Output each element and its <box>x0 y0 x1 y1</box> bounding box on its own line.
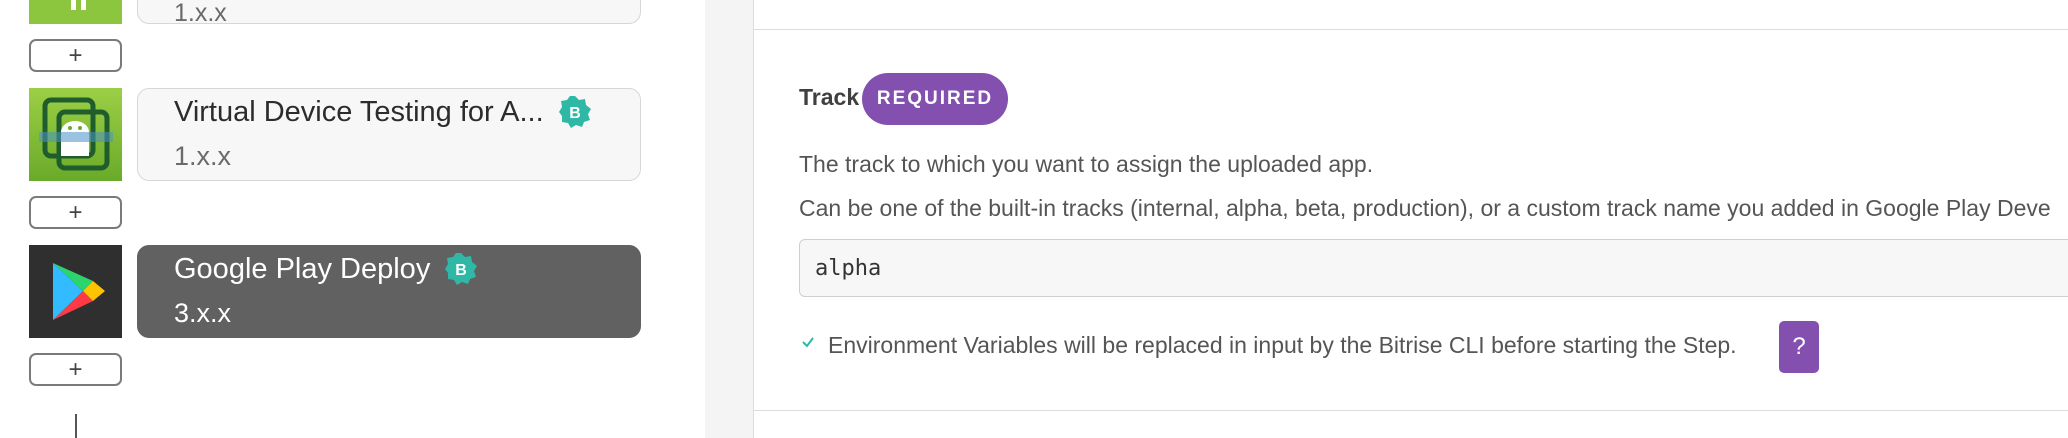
required-badge: REQUIRED <box>862 73 1008 125</box>
step-title: Virtual Device Testing for A... <box>174 95 544 128</box>
step-card-android-build[interactable]: 1.x.x <box>137 0 641 27</box>
bitrise-verified-badge-icon: B <box>444 252 478 286</box>
panel-gutter <box>705 0 753 438</box>
step-card-virtual-device-testing[interactable]: Virtual Device Testing for A... B 1.x.x <box>137 88 641 181</box>
android-build-icon[interactable] <box>29 0 122 24</box>
step-card-google-play-deploy[interactable]: Google Play Deploy B 3.x.x <box>137 245 641 338</box>
bitrise-verified-badge-icon: B <box>558 95 592 129</box>
badge-letter: B <box>456 262 468 279</box>
virtual-device-testing-icon[interactable] <box>29 88 122 181</box>
add-step-button[interactable]: + <box>29 353 122 386</box>
track-input[interactable] <box>799 239 2068 297</box>
section-divider <box>754 29 2068 30</box>
env-vars-note: Environment Variables will be replaced i… <box>828 332 1737 358</box>
step-title-row: Google Play Deploy B <box>174 252 478 286</box>
step-title-row: Virtual Device Testing for A... B <box>174 95 592 129</box>
checkmark-icon[interactable] <box>800 334 816 350</box>
add-step-button[interactable]: + <box>29 39 122 72</box>
google-play-icon[interactable] <box>29 245 122 338</box>
step-version: 1.x.x <box>174 141 232 171</box>
step-version: 1.x.x <box>174 0 227 27</box>
section-divider <box>754 410 2068 411</box>
step-version: 3.x.x <box>174 298 232 328</box>
workflow-step-list: 1.x.x + Virtual Device Testing for A... <box>0 0 705 438</box>
workflow-connector-line <box>75 414 77 438</box>
badge-letter: B <box>569 105 581 122</box>
add-step-button[interactable]: + <box>29 196 122 229</box>
input-description: The track to which you want to assign th… <box>799 151 1374 177</box>
input-label-track: Track <box>799 84 860 110</box>
help-button[interactable]: ? <box>1779 321 1819 373</box>
input-description-details: Can be one of the built-in tracks (inter… <box>799 195 2051 221</box>
step-title: Google Play Deploy <box>174 252 431 285</box>
